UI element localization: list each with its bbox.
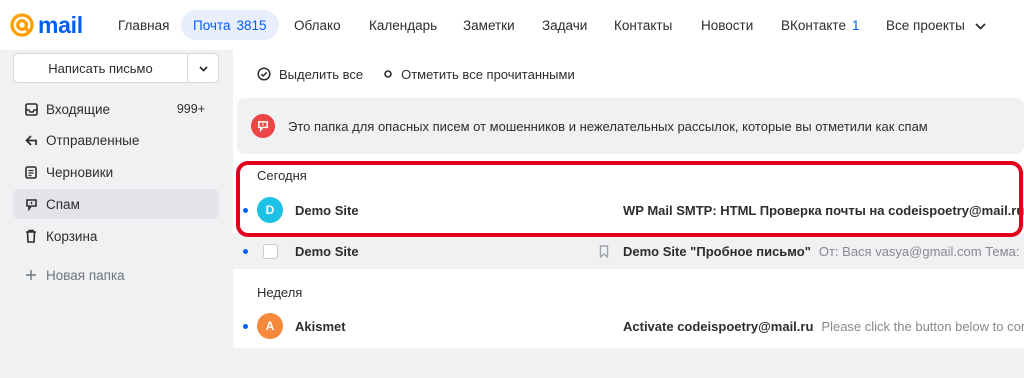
nav-notes[interactable]: Заметки xyxy=(463,10,515,40)
nav-label: Заметки xyxy=(463,17,515,33)
mail-count-badge: 3815 xyxy=(236,17,267,33)
top-navigation: mail Главная Почта 3815 Облако Календарь… xyxy=(0,0,1024,50)
trash-icon xyxy=(24,229,38,243)
at-sign-icon xyxy=(10,13,34,37)
spam-warning-icon xyxy=(251,114,275,138)
chevron-down-icon xyxy=(975,18,986,33)
unread-dot-icon[interactable] xyxy=(243,207,248,213)
message-sender: Akismet xyxy=(295,318,346,334)
sidebar-item-label: Новая папка xyxy=(46,267,125,283)
chevron-down-icon xyxy=(198,59,208,77)
nav-label: Задачи xyxy=(542,17,588,33)
compose-button-group: Написать письмо xyxy=(13,53,219,83)
nav-label: Облако xyxy=(294,17,341,33)
spam-info-banner: Это папка для опасных писем от мошеннико… xyxy=(237,98,1024,154)
read-dot-icon xyxy=(383,69,393,79)
message-list-panel: Выделить все Отметить все прочитанными Э… xyxy=(233,50,1024,348)
nav-cloud[interactable]: Облако xyxy=(294,10,341,40)
message-row[interactable]: D Demo Site WP Mail SMTP: HTML Проверка … xyxy=(233,192,1024,228)
check-circle-icon xyxy=(257,67,271,81)
message-subject: Demo Site "Пробное письмо" xyxy=(623,243,811,259)
message-row[interactable]: Demo Site Demo Site "Пробное письмо" От: … xyxy=(233,233,1024,269)
nav-label: Все проекты xyxy=(886,17,965,33)
group-week: Неделя xyxy=(257,285,303,300)
sidebar-item-label: Корзина xyxy=(46,228,98,244)
spam-banner-text: Это папка для опасных писем от мошеннико… xyxy=(288,118,928,134)
unread-dot-icon[interactable] xyxy=(243,323,248,329)
nav-label: Новости xyxy=(701,17,754,33)
nav-home[interactable]: Главная xyxy=(118,10,169,40)
nav-label: Почта xyxy=(193,17,231,33)
message-snippet: От: Вася vasya@gmail.com Тема: П xyxy=(818,243,1024,259)
unread-dot-icon[interactable] xyxy=(243,248,248,254)
message-sender: Demo Site xyxy=(295,202,359,218)
nav-tasks[interactable]: Задачи xyxy=(542,10,587,40)
sidebar-item-inbox[interactable]: Входящие 999+ xyxy=(13,94,219,124)
nav-vkontakte[interactable]: ВКонтакте 1 xyxy=(781,10,859,40)
sidebar-item-drafts[interactable]: Черновики xyxy=(13,157,219,187)
sidebar-item-spam[interactable]: Спам xyxy=(13,189,219,219)
compose-dropdown[interactable] xyxy=(188,54,218,82)
bookmark-icon[interactable] xyxy=(599,244,609,258)
message-checkbox[interactable] xyxy=(263,243,278,259)
plus-icon xyxy=(24,268,38,282)
nav-label: Главная xyxy=(118,17,170,33)
nav-mail[interactable]: Почта 3815 xyxy=(181,10,279,40)
sent-icon xyxy=(24,133,38,147)
sidebar-item-label: Черновики xyxy=(46,164,114,180)
mark-all-read-button[interactable]: Отметить все прочитанными xyxy=(383,67,575,82)
message-sender: Demo Site xyxy=(295,243,359,259)
sidebar-item-sent[interactable]: Отправленные xyxy=(13,125,219,155)
spam-icon xyxy=(24,197,38,211)
group-today: Сегодня xyxy=(257,168,307,183)
sidebar-new-folder[interactable]: Новая папка xyxy=(13,260,219,290)
sidebar-item-label: Отправленные xyxy=(46,132,140,148)
message-subject-line: Demo Site "Пробное письмо" От: Вася vasya… xyxy=(623,244,1024,259)
select-all-button[interactable]: Выделить все xyxy=(257,67,363,82)
message-row[interactable]: A Akismet Activate codeispoetry@mail.ru P… xyxy=(233,308,1024,344)
inbox-icon xyxy=(24,102,38,116)
nav-label: ВКонтакте xyxy=(781,17,846,33)
message-snippet: Please click the button below to con xyxy=(821,318,1024,334)
sidebar-item-label: Входящие xyxy=(46,101,111,117)
avatar: D xyxy=(257,197,283,223)
nav-all-projects[interactable]: Все проекты xyxy=(886,10,986,40)
vk-count-badge: 1 xyxy=(851,17,860,33)
nav-news[interactable]: Новости xyxy=(701,10,753,40)
message-subject: Activate codeispoetry@mail.ru xyxy=(623,318,814,334)
nav-calendar[interactable]: Календарь xyxy=(369,10,437,40)
mark-all-read-label: Отметить все прочитанными xyxy=(401,66,575,82)
nav-label: Календарь xyxy=(369,17,438,33)
message-subject: WP Mail SMTP: HTML Проверка почты на cod… xyxy=(623,202,1024,218)
inbox-count: 999+ xyxy=(176,102,205,116)
avatar: A xyxy=(257,313,283,339)
compose-button[interactable]: Написать письмо xyxy=(14,54,188,82)
message-subject-line: Activate codeispoetry@mail.ru Please clic… xyxy=(623,319,1024,334)
drafts-icon xyxy=(24,165,38,179)
mail-logo[interactable]: mail xyxy=(9,8,83,42)
nav-contacts[interactable]: Контакты xyxy=(614,10,672,40)
sidebar-item-label: Спам xyxy=(46,196,80,212)
message-subject-line: WP Mail SMTP: HTML Проверка почты на cod… xyxy=(623,203,1024,218)
nav-label: Контакты xyxy=(614,17,673,33)
list-toolbar: Выделить все Отметить все прочитанными xyxy=(257,64,595,84)
select-all-label: Выделить все xyxy=(279,66,364,82)
logo-text: mail xyxy=(38,11,83,38)
sidebar-item-trash[interactable]: Корзина xyxy=(13,221,219,251)
